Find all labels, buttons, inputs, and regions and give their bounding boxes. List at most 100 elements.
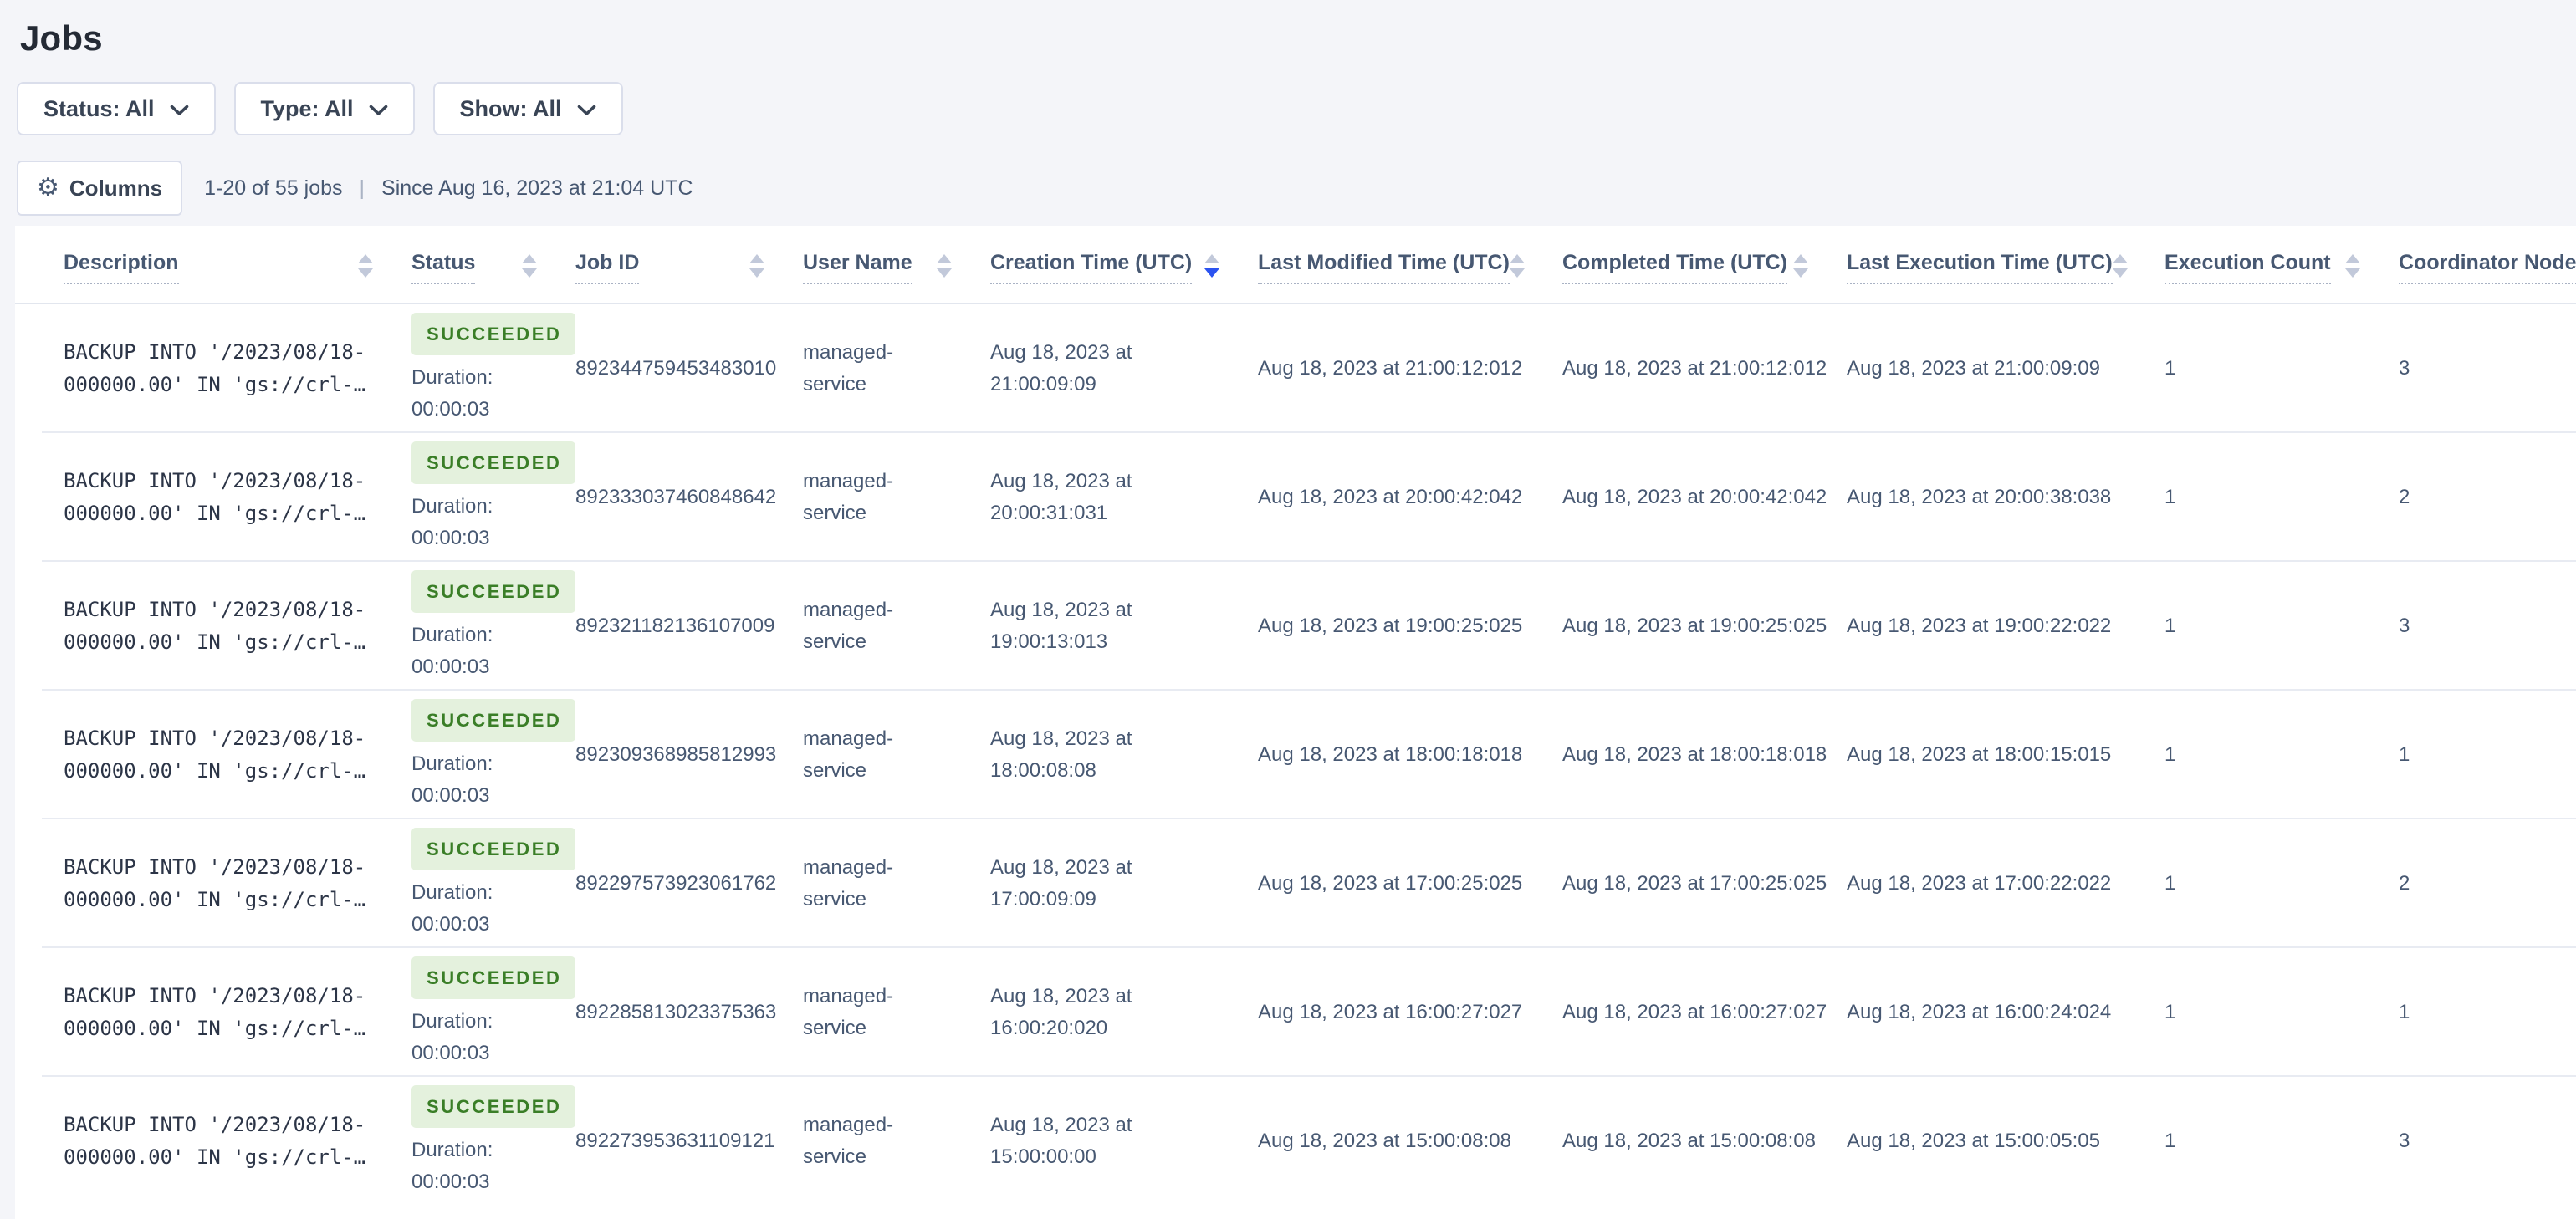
description-line: BACKUP INTO '/2023/08/18- — [64, 469, 366, 492]
user-name-line: service — [803, 759, 867, 782]
user-name-line: service — [803, 888, 867, 910]
creation-time-line: Aug 18, 2023 at — [990, 1114, 1132, 1136]
last-execution-cell: Aug 18, 2023 at 19:00:22:022 — [1847, 562, 2165, 691]
sort-desc-arrow — [1509, 268, 1525, 278]
filter-show-dropdown[interactable]: Show: All — [432, 82, 623, 135]
creation-time-line: Aug 18, 2023 at — [990, 599, 1132, 621]
last-modified-cell: Aug 18, 2023 at 18:00:18:018 — [1258, 691, 1562, 819]
creation-time-line: 20:00:31:031 — [990, 502, 1108, 524]
column-header-execution-count[interactable]: Execution Count — [2165, 226, 2399, 303]
column-header-status[interactable]: Status — [411, 226, 575, 303]
duration-label: Duration: — [411, 623, 493, 646]
job-description-link[interactable]: BACKUP INTO '/2023/08/18- 000000.00' IN '… — [64, 304, 411, 433]
job-id-value: 892333037460848642 — [575, 486, 777, 508]
columns-button[interactable]: ⚙ Columns — [17, 161, 183, 216]
status-badge: SUCCEEDED — [411, 698, 575, 742]
coordinator-node-cell: 3 — [2399, 562, 2576, 691]
job-id-cell: 892321182136107009 — [575, 562, 803, 691]
user-name-line: service — [803, 502, 867, 524]
coordinator-node-value: 3 — [2399, 357, 2410, 380]
creation-time-cell: Aug 18, 2023 at 17:00:09:09 — [990, 819, 1258, 948]
job-description-link[interactable]: BACKUP INTO '/2023/08/18- 000000.00' IN '… — [64, 1077, 411, 1206]
column-header-completed-time[interactable]: Completed Time (UTC) — [1562, 226, 1847, 303]
column-header-description[interactable]: Description — [64, 226, 411, 303]
duration-value: 00:00:03 — [411, 655, 490, 678]
column-label-user-name: User Name — [803, 251, 912, 284]
sort-icon — [358, 251, 373, 278]
sort-desc-arrow — [1204, 268, 1219, 278]
execution-count-cell: 1 — [2165, 691, 2399, 819]
filter-type-dropdown[interactable]: Type: All — [233, 82, 415, 135]
gear-icon: ⚙ — [37, 173, 59, 202]
coordinator-node-value: 2 — [2399, 872, 2410, 895]
completed-time-cell: Aug 18, 2023 at 17:00:25:025 — [1562, 819, 1847, 948]
execution-count-cell: 1 — [2165, 304, 2399, 433]
table-body: BACKUP INTO '/2023/08/18- 000000.00' IN '… — [15, 304, 2576, 1206]
column-header-coordinator[interactable]: Coordinator Node — [2399, 226, 2576, 303]
duration-label: Duration: — [411, 1009, 493, 1033]
column-label-creation-time: Creation Time (UTC) — [990, 251, 1193, 284]
user-name-cell: managed-service — [803, 948, 990, 1077]
user-name-cell: managed-service — [803, 819, 990, 948]
description-line: 000000.00' IN 'gs://crl-… — [64, 1145, 366, 1169]
execution-count-value: 1 — [2165, 1130, 2176, 1152]
last-modified-cell: Aug 18, 2023 at 20:00:42:042 — [1258, 433, 1562, 562]
description-line: 000000.00' IN 'gs://crl-… — [64, 888, 366, 911]
job-description-link[interactable]: BACKUP INTO '/2023/08/18- 000000.00' IN '… — [64, 433, 411, 562]
last-execution-cell: Aug 18, 2023 at 20:00:38:038 — [1847, 433, 2165, 562]
duration-value: 00:00:03 — [411, 1170, 490, 1193]
column-label-execution-count: Execution Count — [2165, 251, 2331, 284]
since-timestamp: Since Aug 16, 2023 at 21:04 UTC — [381, 176, 693, 200]
table-row: BACKUP INTO '/2023/08/18- 000000.00' IN '… — [15, 948, 2576, 1077]
duration-label: Duration: — [411, 880, 493, 904]
job-description-link[interactable]: BACKUP INTO '/2023/08/18- 000000.00' IN '… — [64, 691, 411, 819]
column-header-last-modified[interactable]: Last Modified Time (UTC) — [1258, 226, 1562, 303]
user-name-line: service — [803, 630, 867, 653]
table-row: BACKUP INTO '/2023/08/18- 000000.00' IN '… — [15, 304, 2576, 433]
creation-time-cell: Aug 18, 2023 at 16:00:20:020 — [990, 948, 1258, 1077]
table-row: BACKUP INTO '/2023/08/18- 000000.00' IN '… — [15, 562, 2576, 691]
description-line: 000000.00' IN 'gs://crl-… — [64, 759, 366, 783]
filter-status-dropdown[interactable]: Status: All — [17, 82, 216, 135]
user-name-cell: managed-service — [803, 433, 990, 562]
job-id-cell: 892273953631109121 — [575, 1077, 803, 1206]
description-line: 000000.00' IN 'gs://crl-… — [64, 502, 366, 525]
last-modified-value: Aug 18, 2023 at 16:00:27:027 — [1258, 1001, 1523, 1023]
job-id-cell: 892285813023375363 — [575, 948, 803, 1077]
job-id-cell: 892333037460848642 — [575, 433, 803, 562]
user-name-cell: managed-service — [803, 562, 990, 691]
column-header-creation-time[interactable]: Creation Time (UTC) — [990, 226, 1258, 303]
description-line: BACKUP INTO '/2023/08/18- — [64, 340, 366, 364]
jobs-page: Jobs Status: All Type: All Show: All ⚙ Col… — [0, 0, 2576, 1219]
toolbar-divider: | — [359, 176, 365, 200]
description-line: BACKUP INTO '/2023/08/18- — [64, 1113, 366, 1136]
column-header-user-name[interactable]: User Name — [803, 226, 990, 303]
creation-time-line: 16:00:20:020 — [990, 1017, 1108, 1039]
user-name-line: managed- — [803, 1114, 894, 1136]
duration-label: Duration: — [411, 365, 493, 389]
column-label-status: Status — [411, 251, 476, 284]
last-execution-cell: Aug 18, 2023 at 18:00:15:015 — [1847, 691, 2165, 819]
column-header-job-id[interactable]: Job ID — [575, 226, 803, 303]
column-header-last-execution[interactable]: Last Execution Time (UTC) — [1847, 226, 2165, 303]
sort-desc-arrow — [358, 268, 373, 278]
job-description-link[interactable]: BACKUP INTO '/2023/08/18- 000000.00' IN '… — [64, 819, 411, 948]
user-name-cell: managed-service — [803, 1077, 990, 1206]
job-description-link[interactable]: BACKUP INTO '/2023/08/18- 000000.00' IN '… — [64, 562, 411, 691]
last-execution-value: Aug 18, 2023 at 18:00:15:015 — [1847, 743, 2112, 766]
completed-time-value: Aug 18, 2023 at 18:00:18:018 — [1562, 743, 1827, 766]
last-modified-value: Aug 18, 2023 at 18:00:18:018 — [1258, 743, 1523, 766]
status-cell: SUCCEEDED Duration: 00:00:03 — [411, 562, 575, 691]
sort-icon — [937, 251, 952, 278]
duration-label: Duration: — [411, 1138, 493, 1161]
column-label-last-execution: Last Execution Time (UTC) — [1847, 251, 2113, 284]
results-count: 1-20 of 55 jobs — [204, 176, 343, 200]
completed-time-value: Aug 18, 2023 at 15:00:08:08 — [1562, 1130, 1816, 1152]
duration-value: 00:00:03 — [411, 526, 490, 549]
duration-label: Duration: — [411, 752, 493, 775]
creation-time-cell: Aug 18, 2023 at 21:00:09:09 — [990, 304, 1258, 433]
duration-value: 00:00:03 — [411, 1041, 490, 1064]
job-description-link[interactable]: BACKUP INTO '/2023/08/18- 000000.00' IN '… — [64, 948, 411, 1077]
coordinator-node-value: 1 — [2399, 1001, 2410, 1023]
job-id-value: 892321182136107009 — [575, 615, 775, 637]
